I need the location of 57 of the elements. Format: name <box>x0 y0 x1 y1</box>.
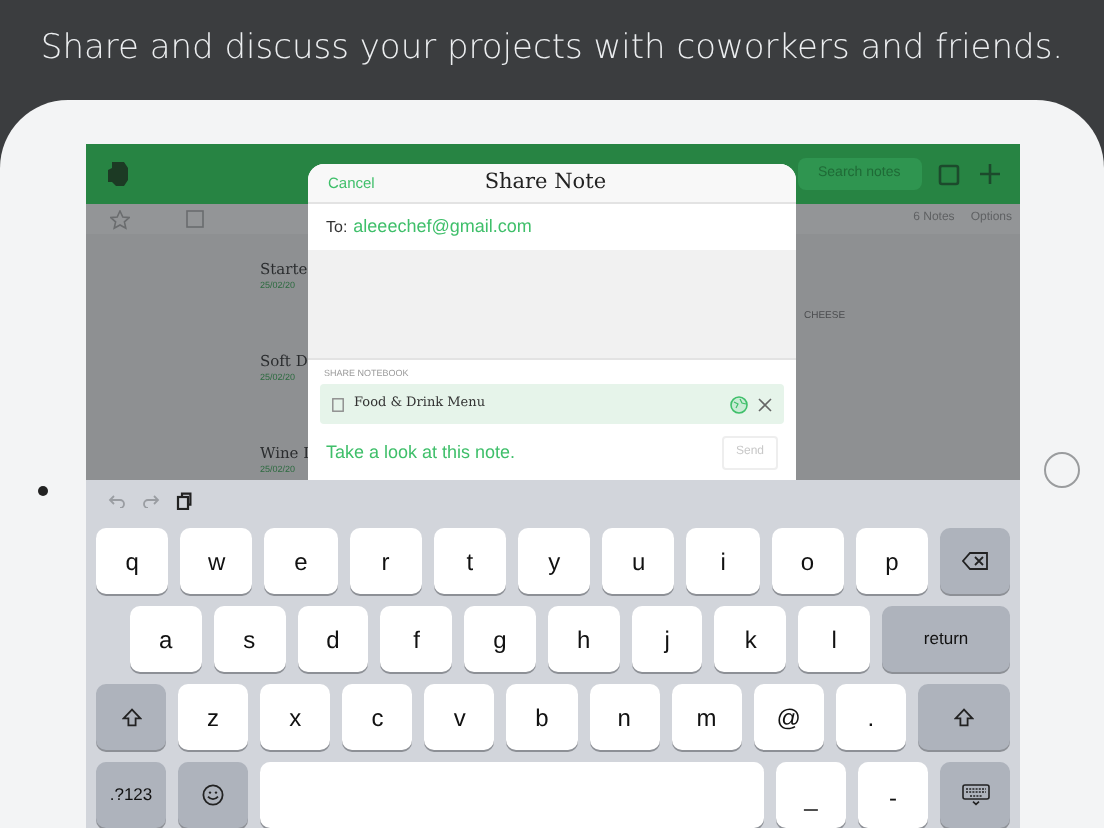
headline: Share and discuss your projects with coworkers and friends. <box>40 26 1064 73</box>
star-icon[interactable] <box>110 209 130 229</box>
emoji-key[interactable] <box>178 762 248 828</box>
to-label: To: <box>326 215 348 239</box>
key[interactable]: n <box>589 684 660 750</box>
keyboard-hide-icon <box>961 784 989 806</box>
key[interactable]: k <box>714 606 787 672</box>
key[interactable]: v <box>424 684 495 750</box>
shift-key[interactable] <box>917 684 1010 750</box>
key[interactable]: s <box>213 606 286 672</box>
key[interactable]: x <box>260 684 331 750</box>
key[interactable]: @ <box>753 684 824 750</box>
notebook-icon <box>332 397 344 411</box>
dialog-title: Share Note <box>484 167 607 198</box>
key[interactable]: e <box>264 528 338 594</box>
emoji-icon <box>202 784 224 806</box>
key[interactable]: - <box>858 762 928 828</box>
key[interactable]: b <box>506 684 578 750</box>
reminder-icon[interactable] <box>186 210 204 228</box>
key[interactable]: d <box>297 606 369 672</box>
key[interactable]: u <box>602 528 675 594</box>
key[interactable]: c <box>342 684 413 750</box>
key[interactable]: g <box>464 606 536 672</box>
key[interactable]: o <box>771 528 844 594</box>
key[interactable]: m <box>671 684 742 750</box>
numbers-key[interactable]: .?123 <box>96 762 166 828</box>
key[interactable]: r <box>349 528 422 594</box>
note-icon[interactable] <box>938 163 960 185</box>
elephant-icon[interactable] <box>106 160 130 188</box>
shift-key[interactable] <box>96 684 166 750</box>
paste-icon[interactable] <box>176 491 192 509</box>
plus-icon[interactable] <box>980 164 1000 184</box>
home-button[interactable] <box>1044 452 1080 488</box>
backspace-icon <box>962 552 989 570</box>
shift-icon <box>953 707 974 727</box>
key[interactable]: i <box>686 528 760 594</box>
key[interactable]: _ <box>776 762 846 828</box>
key[interactable]: j <box>631 606 703 672</box>
key[interactable]: . <box>835 684 906 750</box>
return-key[interactable]: return <box>882 606 1011 672</box>
undo-icon[interactable] <box>108 493 126 507</box>
hide-keyboard-key[interactable] <box>940 762 1010 828</box>
shift-icon <box>121 707 141 727</box>
key[interactable]: q <box>96 528 169 594</box>
key[interactable]: l <box>798 606 871 672</box>
redo-icon[interactable] <box>142 493 160 507</box>
key[interactable]: h <box>547 606 620 672</box>
key[interactable]: a <box>130 606 202 672</box>
key[interactable]: w <box>180 528 253 594</box>
backspace-key[interactable] <box>940 528 1011 594</box>
key[interactable]: t <box>433 528 507 594</box>
key[interactable]: p <box>855 528 929 594</box>
close-icon[interactable] <box>758 397 772 411</box>
key[interactable]: z <box>178 684 249 750</box>
key[interactable]: y <box>518 528 591 594</box>
key[interactable]: f <box>380 606 453 672</box>
globe-icon[interactable] <box>730 395 748 413</box>
